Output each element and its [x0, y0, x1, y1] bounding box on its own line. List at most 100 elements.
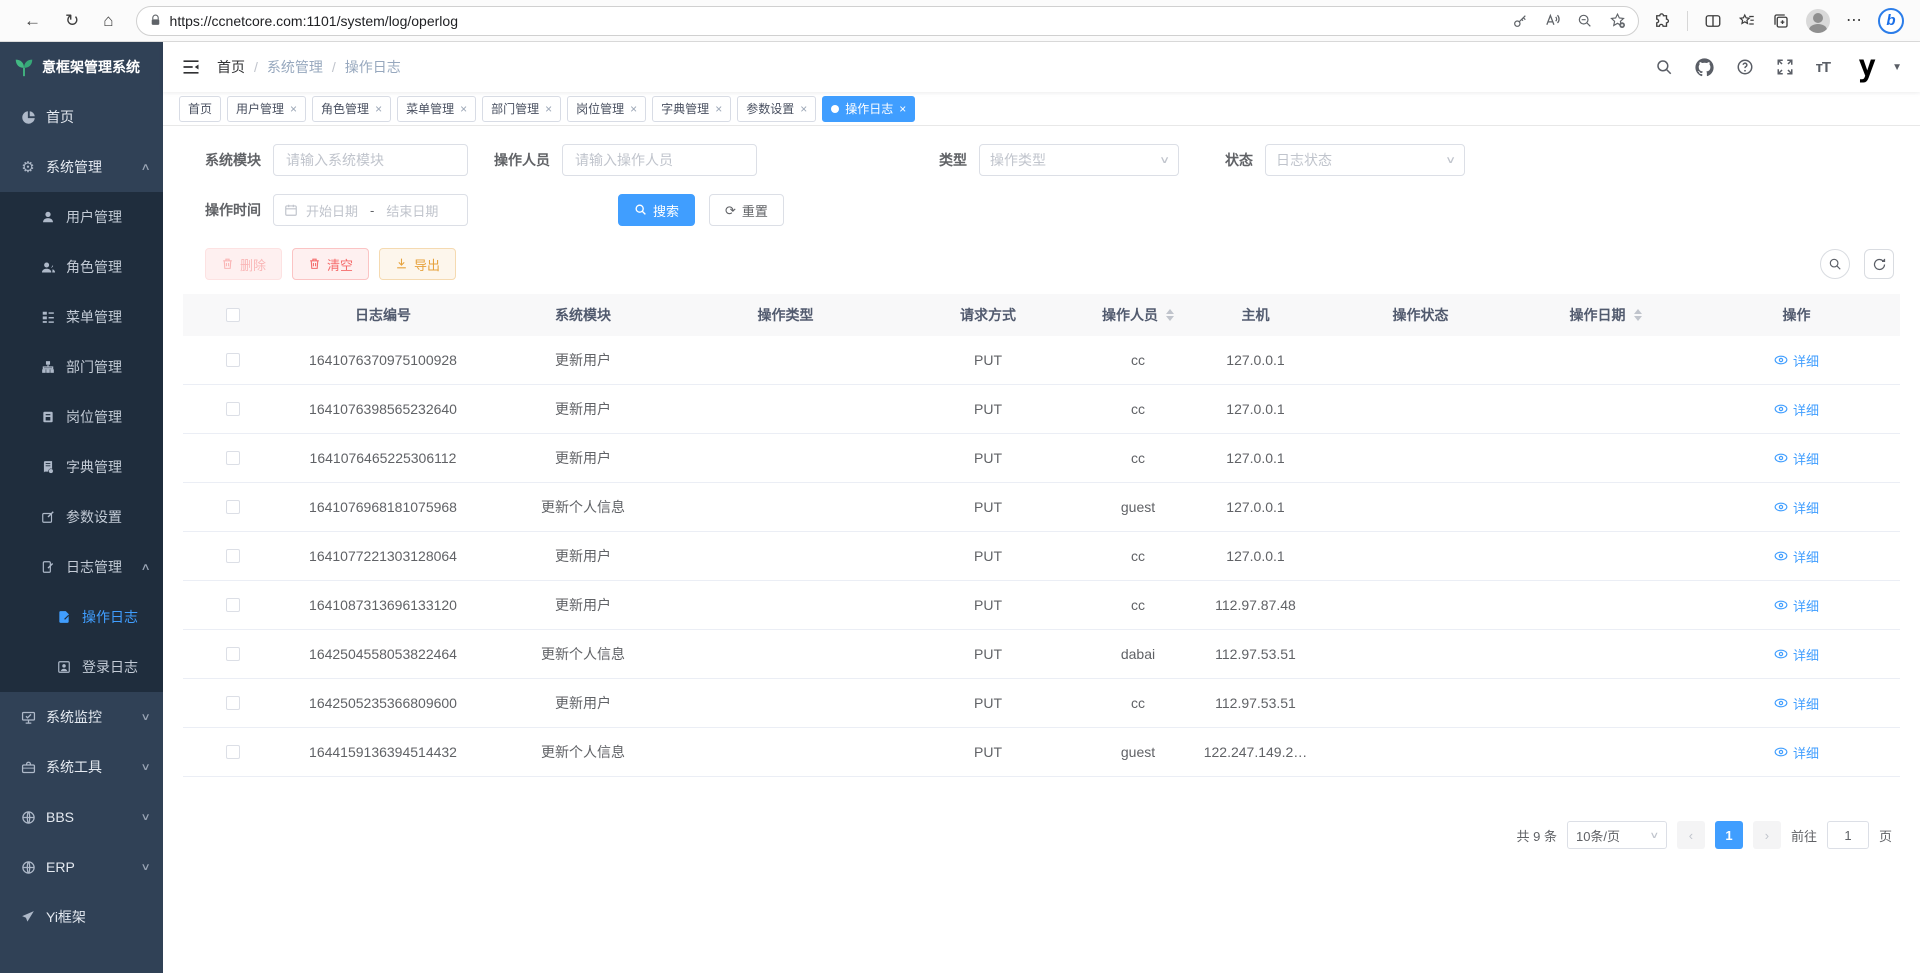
- sidebar-item-params[interactable]: 参数设置: [0, 492, 163, 542]
- close-icon[interactable]: ×: [545, 102, 552, 116]
- sidebar-item-posts[interactable]: 岗位管理: [0, 392, 163, 442]
- close-icon[interactable]: ×: [800, 102, 807, 116]
- close-icon[interactable]: ×: [290, 102, 297, 116]
- search-button[interactable]: 搜索: [618, 194, 695, 226]
- sidebar-item-menus[interactable]: 菜单管理: [0, 292, 163, 342]
- help-icon[interactable]: [1736, 58, 1754, 76]
- row-checkbox[interactable]: [226, 549, 240, 563]
- zoom-out-icon[interactable]: [1577, 13, 1593, 29]
- tab-menu-mgmt[interactable]: 菜单管理×: [397, 96, 476, 122]
- sidebar-item-home[interactable]: 首页: [0, 92, 163, 142]
- close-icon[interactable]: ×: [460, 102, 467, 116]
- app-logo[interactable]: 意框架管理系统: [0, 42, 163, 92]
- collections-icon[interactable]: [1772, 12, 1790, 30]
- split-screen-icon[interactable]: [1704, 12, 1722, 30]
- page-size-select[interactable]: 10条/页 ∨: [1567, 821, 1667, 849]
- extensions-icon[interactable]: [1653, 12, 1671, 30]
- sidebar-item-login-log[interactable]: 登录日志: [0, 642, 163, 692]
- sort-toggle[interactable]: [1634, 309, 1642, 321]
- clear-button[interactable]: 清空: [292, 248, 369, 280]
- row-checkbox[interactable]: [226, 353, 240, 367]
- detail-link[interactable]: 详细: [1774, 351, 1819, 370]
- tab-dict-mgmt[interactable]: 字典管理×: [652, 96, 731, 122]
- next-page-button[interactable]: ›: [1753, 821, 1781, 849]
- browser-actions: ⋯ b: [1653, 8, 1904, 34]
- tab-param-settings[interactable]: 参数设置×: [737, 96, 816, 122]
- sidebar-item-yi-framework[interactable]: Yi框架: [0, 892, 163, 942]
- row-checkbox[interactable]: [226, 451, 240, 465]
- sidebar-item-erp[interactable]: ERP ∨: [0, 842, 163, 892]
- breadcrumb-system[interactable]: 系统管理: [267, 57, 323, 77]
- read-aloud-icon[interactable]: [1544, 12, 1561, 29]
- search-icon[interactable]: [1655, 58, 1673, 76]
- bing-chat-icon[interactable]: b: [1878, 8, 1904, 34]
- tab-dept-mgmt[interactable]: 部门管理×: [482, 96, 561, 122]
- close-icon[interactable]: ×: [899, 102, 906, 116]
- github-icon[interactable]: [1695, 58, 1714, 77]
- refresh-icon[interactable]: ↻: [65, 12, 79, 29]
- browser-profile-avatar[interactable]: [1806, 9, 1830, 33]
- cell-log-id: 1641076398565232640: [283, 401, 483, 417]
- sidebar-fold-icon[interactable]: [181, 57, 201, 77]
- goto-page-input[interactable]: [1827, 821, 1869, 849]
- fullscreen-icon[interactable]: [1776, 58, 1794, 76]
- close-icon[interactable]: ×: [375, 102, 382, 116]
- font-size-icon[interactable]: ᴛT: [1816, 59, 1831, 76]
- operator-input[interactable]: [562, 144, 757, 176]
- sort-toggle[interactable]: [1166, 309, 1174, 321]
- tab-post-mgmt[interactable]: 岗位管理×: [567, 96, 646, 122]
- password-key-icon[interactable]: [1512, 13, 1528, 29]
- breadcrumb-home[interactable]: 首页: [217, 57, 245, 77]
- sidebar-item-roles[interactable]: 角色管理: [0, 242, 163, 292]
- sidebar-item-operation-log[interactable]: 操作日志: [0, 592, 163, 642]
- address-bar[interactable]: https://ccnetcore.com:1101/system/log/op…: [136, 6, 1639, 36]
- detail-link[interactable]: 详细: [1774, 743, 1819, 762]
- user-avatar-logo[interactable]: y: [1852, 52, 1882, 82]
- tab-home[interactable]: 首页: [179, 96, 221, 122]
- browser-menu-icon[interactable]: ⋯: [1846, 13, 1862, 29]
- sidebar-item-monitor[interactable]: 系统监控 ∨: [0, 692, 163, 742]
- module-input[interactable]: [273, 144, 468, 176]
- close-icon[interactable]: ×: [715, 102, 722, 116]
- detail-link[interactable]: 详细: [1774, 400, 1819, 419]
- date-range-picker[interactable]: 开始日期 - 结束日期: [273, 194, 468, 226]
- toggle-search-button[interactable]: [1820, 249, 1850, 279]
- user-menu-caret-icon[interactable]: ▼: [1892, 62, 1902, 73]
- sidebar-item-dict[interactable]: 字典管理: [0, 442, 163, 492]
- sidebar-item-system[interactable]: ⚙ 系统管理 ∧: [0, 142, 163, 192]
- favorite-add-icon[interactable]: [1609, 12, 1626, 29]
- detail-link[interactable]: 详细: [1774, 449, 1819, 468]
- detail-link[interactable]: 详细: [1774, 645, 1819, 664]
- row-checkbox[interactable]: [226, 696, 240, 710]
- row-checkbox[interactable]: [226, 745, 240, 759]
- sidebar-item-users[interactable]: 用户管理: [0, 192, 163, 242]
- close-icon[interactable]: ×: [630, 102, 637, 116]
- tab-operation-log[interactable]: 操作日志×: [822, 96, 915, 122]
- prev-page-button[interactable]: ‹: [1677, 821, 1705, 849]
- reset-button[interactable]: ⟳ 重置: [709, 194, 784, 226]
- select-all-checkbox[interactable]: [226, 308, 240, 322]
- refresh-table-button[interactable]: [1864, 249, 1894, 279]
- row-checkbox[interactable]: [226, 402, 240, 416]
- tab-role-mgmt[interactable]: 角色管理×: [312, 96, 391, 122]
- export-button[interactable]: 导出: [379, 248, 456, 280]
- sidebar-item-tools[interactable]: BBS 系统工具 ∨: [0, 742, 163, 792]
- row-checkbox[interactable]: [226, 647, 240, 661]
- row-checkbox[interactable]: [226, 500, 240, 514]
- sidebar-item-log-management[interactable]: 日志管理 ∧: [0, 542, 163, 592]
- page-button-1[interactable]: 1: [1715, 821, 1743, 849]
- detail-link[interactable]: 详细: [1774, 694, 1819, 713]
- row-checkbox[interactable]: [226, 598, 240, 612]
- status-select[interactable]: 日志状态 ∨: [1265, 144, 1465, 176]
- back-icon[interactable]: ←: [24, 12, 41, 29]
- tab-user-mgmt[interactable]: 用户管理×: [227, 96, 306, 122]
- detail-link[interactable]: 详细: [1774, 498, 1819, 517]
- sidebar-item-departments[interactable]: 部门管理: [0, 342, 163, 392]
- detail-link[interactable]: 详细: [1774, 596, 1819, 615]
- home-icon[interactable]: ⌂: [103, 12, 113, 29]
- favorites-bar-icon[interactable]: [1738, 12, 1756, 30]
- detail-link[interactable]: 详细: [1774, 547, 1819, 566]
- type-select[interactable]: 操作类型 ∨: [979, 144, 1179, 176]
- delete-button[interactable]: 删除: [205, 248, 282, 280]
- sidebar-item-bbs[interactable]: BBS ∨: [0, 792, 163, 842]
